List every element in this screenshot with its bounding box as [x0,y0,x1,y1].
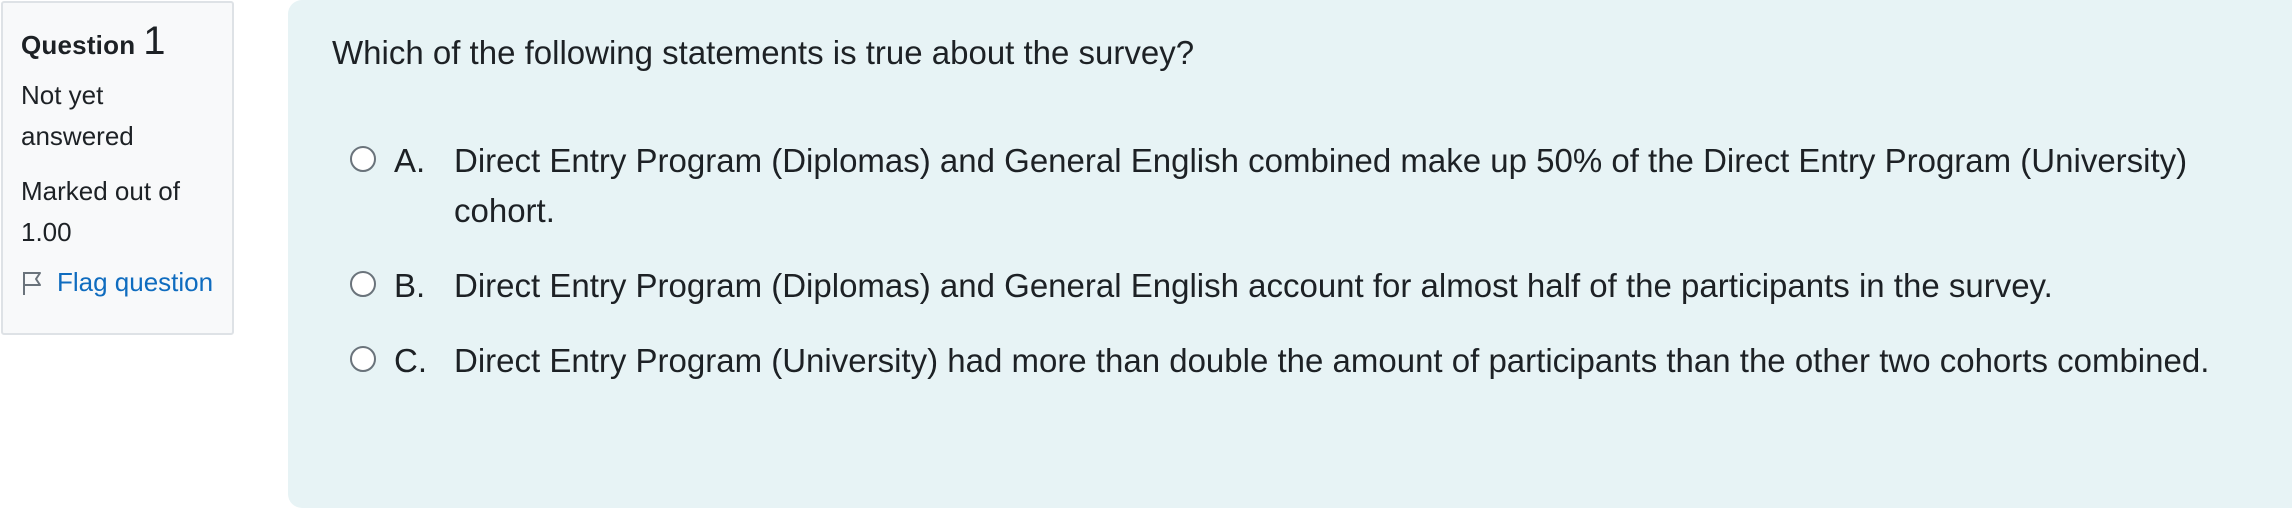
flag-question-link[interactable]: Flag question [21,267,214,298]
answer-letter: C. [394,342,427,379]
question-info-panel: Question 1 Not yet answered Marked out o… [1,1,234,335]
answer-option-b[interactable]: B. Direct Entry Program (Diplomas) and G… [332,261,2248,311]
question-marks: Marked out of 1.00 [21,176,180,247]
answer-radio-b[interactable] [350,271,376,297]
question-number: 1 [143,19,166,63]
answer-text: Direct Entry Program (Diplomas) and Gene… [454,142,2188,229]
answer-letter: A. [394,142,426,179]
question-text: Which of the following statements is tru… [332,34,1195,71]
answer-radio-a[interactable] [350,146,376,172]
flag-question-label: Flag question [57,267,214,297]
answer-option-c[interactable]: C. Direct Entry Program (University) had… [332,336,2248,386]
flag-icon [21,270,43,296]
answer-option-a[interactable]: A. Direct Entry Program (Diplomas) and G… [332,136,2248,236]
question-heading: Question 1 [21,21,214,61]
question-content: Which of the following statements is tru… [288,0,2292,508]
answer-options: A. Direct Entry Program (Diplomas) and G… [332,136,2248,411]
answer-letter: B. [394,267,426,304]
question-status: Not yet answered [21,80,134,151]
question-label: Question [21,30,136,60]
answer-text: Direct Entry Program (University) had mo… [454,342,2210,379]
answer-radio-c[interactable] [350,346,376,372]
answer-text: Direct Entry Program (Diplomas) and Gene… [454,267,2053,304]
